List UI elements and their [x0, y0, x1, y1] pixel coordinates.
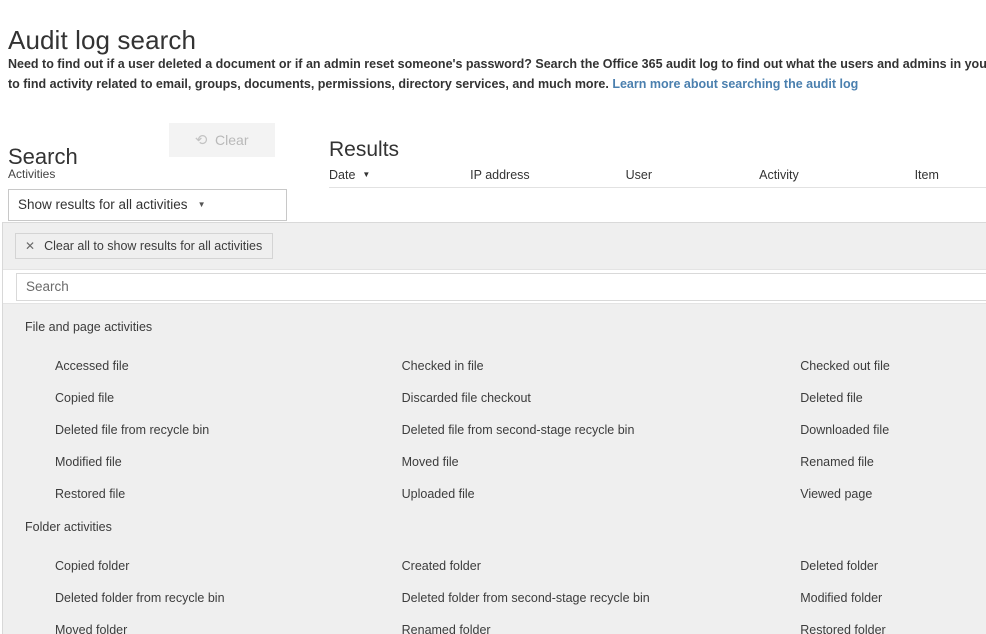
activity-item[interactable]: Deleted file from recycle bin	[3, 421, 402, 439]
activity-item[interactable]: Copied file	[3, 389, 402, 407]
activity-item[interactable]: Viewed page	[800, 485, 986, 503]
learn-more-link[interactable]: Learn more about searching the audit log	[612, 77, 858, 91]
activity-item[interactable]: Checked in file	[402, 357, 801, 375]
results-heading: Results	[329, 138, 400, 162]
activities-list: File and page activities Accessed file C…	[3, 304, 986, 634]
activity-row: Deleted folder from recycle bin Deleted …	[3, 582, 986, 614]
column-header-item[interactable]: Item	[915, 167, 986, 187]
activity-item[interactable]: Renamed folder	[402, 621, 801, 634]
selection-chip-row: ✕ Clear all to show results for all acti…	[3, 223, 986, 269]
column-header-ip-address[interactable]: IP address	[470, 167, 625, 187]
activity-item[interactable]: Deleted folder from recycle bin	[3, 589, 402, 607]
description-line-2-text: to find activity related to email, group…	[8, 77, 613, 91]
panel-search-row	[3, 269, 986, 304]
activity-item[interactable]: Downloaded file	[800, 421, 986, 439]
column-header-user[interactable]: User	[626, 167, 760, 187]
activity-item[interactable]: Accessed file	[3, 357, 402, 375]
activity-row: Moved folder Renamed folder Restored fol…	[3, 614, 986, 634]
page-title: Audit log search	[8, 25, 197, 56]
activities-search-input[interactable]	[16, 272, 986, 301]
activity-item[interactable]: Moved file	[402, 453, 801, 471]
activity-item[interactable]: Deleted folder from second-stage recycle…	[402, 589, 801, 607]
clear-button-label: Clear	[215, 132, 249, 148]
column-header-activity[interactable]: Activity	[759, 167, 914, 187]
activity-group-title: File and page activities	[25, 320, 153, 334]
results-table-header: Date ▼ IP address User Activity Item	[329, 162, 986, 188]
activity-item[interactable]: Moved folder	[3, 621, 402, 634]
activity-item[interactable]: Deleted folder	[800, 557, 986, 575]
activity-item[interactable]: Deleted file from second-stage recycle b…	[402, 421, 801, 439]
activities-flyout-panel: ✕ Clear all to show results for all acti…	[2, 222, 986, 634]
activity-row: Copied file Discarded file checkout Dele…	[3, 382, 986, 414]
column-header-date[interactable]: Date ▼	[329, 167, 470, 187]
activity-group-folder: Folder activities Copied folder Created …	[3, 518, 986, 634]
page-description: Need to find out if a user deleted a doc…	[8, 54, 986, 94]
results-table-body	[329, 188, 986, 218]
clear-all-chip-label: Clear all to show results for all activi…	[44, 239, 263, 253]
activity-item[interactable]: Discarded file checkout	[402, 389, 801, 407]
activities-field-label: Activities	[8, 167, 56, 181]
activity-item[interactable]: Deleted file	[800, 389, 986, 407]
activity-row: Deleted file from recycle bin Deleted fi…	[3, 414, 986, 446]
activity-item[interactable]: Renamed file	[800, 453, 986, 471]
activity-row: Copied folder Created folder Deleted fol…	[3, 550, 986, 582]
activity-item[interactable]: Copied folder	[3, 557, 402, 575]
clear-all-chip[interactable]: ✕ Clear all to show results for all acti…	[15, 233, 274, 259]
audit-log-search-page: Audit log search Need to find out if a u…	[0, 0, 986, 634]
activity-item[interactable]: Restored folder	[800, 621, 986, 634]
caret-down-icon: ▼	[362, 170, 371, 179]
activity-item[interactable]: Checked out file	[800, 357, 986, 375]
column-header-date-label: Date	[329, 168, 356, 182]
activity-row: Modified file Moved file Renamed file	[3, 446, 986, 478]
activities-dropdown-value: Show results for all activities	[18, 197, 188, 212]
results-table: Date ▼ IP address User Activity Item	[329, 162, 986, 218]
activity-item[interactable]: Modified file	[3, 453, 402, 471]
activity-item[interactable]: Modified folder	[800, 589, 986, 607]
activity-group-file-and-page: File and page activities Accessed file C…	[3, 318, 986, 510]
activity-group-title: Folder activities	[25, 520, 112, 534]
activity-item[interactable]: Restored file	[3, 485, 402, 503]
activities-dropdown[interactable]: Show results for all activities ▼	[8, 189, 287, 221]
activity-item[interactable]: Uploaded file	[402, 485, 801, 503]
activity-item[interactable]: Created folder	[402, 557, 801, 575]
activity-row: Restored file Uploaded file Viewed page	[3, 478, 986, 510]
activity-row: Accessed file Checked in file Checked ou…	[3, 350, 986, 382]
description-line-1: Need to find out if a user deleted a doc…	[8, 57, 986, 71]
chevron-down-icon: ▼	[197, 200, 206, 209]
clear-button[interactable]: ⟳ Clear	[169, 123, 275, 157]
close-icon[interactable]: ✕	[25, 240, 35, 252]
description-line-2: to find activity related to email, group…	[8, 74, 986, 94]
undo-icon: ⟳	[195, 131, 209, 149]
